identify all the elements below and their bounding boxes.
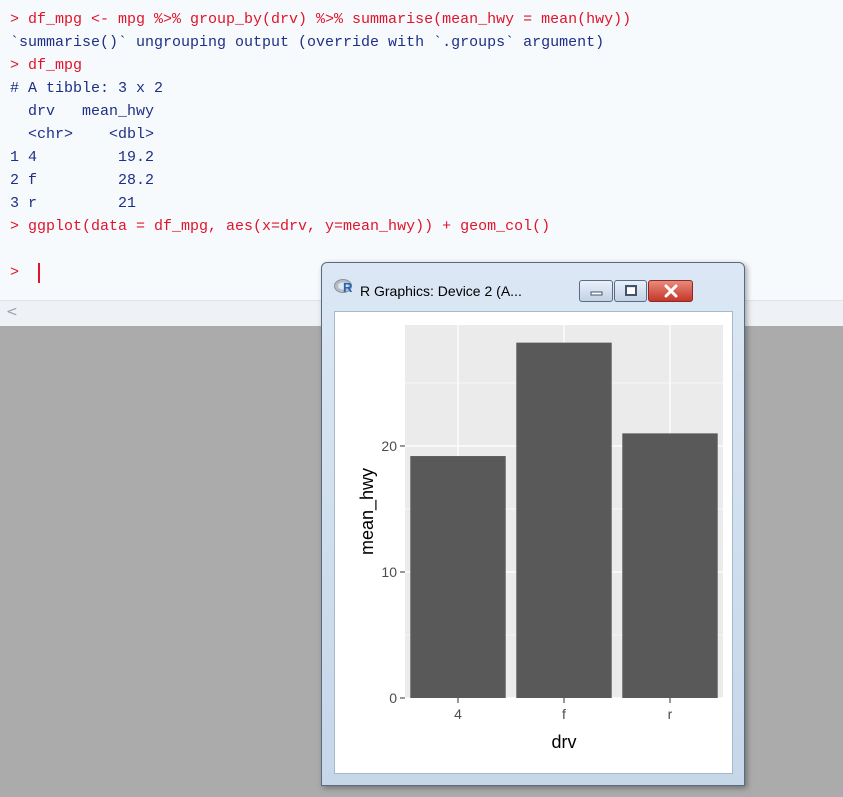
x-tick-label: f: [562, 706, 566, 722]
window-title: R Graphics: Device 2 (A...: [360, 283, 522, 299]
close-button[interactable]: [648, 280, 693, 302]
r-logo-icon: R: [334, 279, 353, 294]
console-command-line: > df_mpg: [10, 57, 83, 74]
maximize-icon: [625, 285, 637, 296]
console-output-line: 3 r 21: [10, 195, 137, 212]
bar-4: [410, 456, 506, 698]
console-output-line: `summarise()` ungrouping output (overrid…: [10, 34, 605, 51]
bar-r: [622, 433, 718, 698]
close-icon: [664, 284, 678, 298]
y-axis-title: mean_hwy: [357, 468, 378, 555]
minimize-icon: [590, 291, 603, 296]
console-output-line: 1 4 19.2: [10, 149, 155, 166]
x-tick-label: r: [668, 706, 673, 722]
console-output-line: 2 f 28.2: [10, 172, 155, 189]
console-prompt: >: [10, 264, 20, 281]
console-command-line: > ggplot(data = df_mpg, aes(x=drv, y=mea…: [10, 218, 551, 235]
text-cursor: [38, 263, 40, 283]
graphics-device-window[interactable]: R R Graphics: Device 2 (A... 0 10 20 4 f r drv…: [321, 262, 745, 786]
y-tick-label: 10: [381, 564, 397, 580]
x-tick-label: 4: [454, 706, 462, 722]
console-command-line: > df_mpg <- mpg %>% group_by(drv) %>% su…: [10, 11, 632, 28]
console-output-line: <chr> <dbl>: [10, 126, 155, 143]
scroll-left-arrow-icon[interactable]: <: [6, 304, 18, 320]
y-tick-label: 0: [389, 690, 397, 706]
maximize-button[interactable]: [614, 280, 647, 302]
ggplot-bar-chart: 0 10 20 4 f r drv mean_hwy: [357, 325, 723, 752]
r-logo-letter: R: [343, 280, 353, 294]
y-tick-label: 20: [381, 438, 397, 454]
x-axis-title: drv: [551, 732, 576, 752]
console-output-line: drv mean_hwy: [10, 103, 155, 120]
bar-f: [516, 342, 612, 698]
plot-area: 0 10 20 4 f r drv mean_hwy: [334, 311, 733, 774]
minimize-button[interactable]: [579, 280, 613, 302]
console-output-line: # A tibble: 3 x 2: [10, 80, 164, 97]
